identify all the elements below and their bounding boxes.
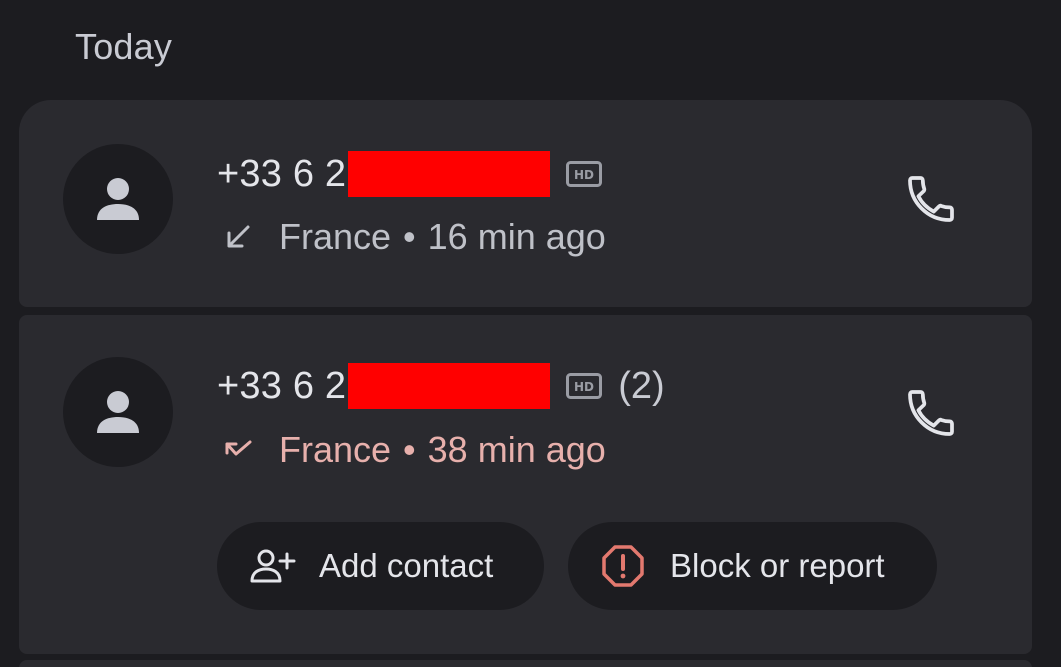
call-back-button[interactable]: [899, 381, 963, 445]
call-log-entry[interactable]: [19, 660, 1032, 667]
call-country: France: [279, 429, 392, 470]
redaction-box: [348, 151, 551, 197]
call-details: France • 38 min ago: [223, 427, 606, 473]
phone-number: +33 6 2: [217, 364, 347, 407]
phone-number: +33 6 2: [217, 152, 347, 195]
section-title-today: Today: [75, 26, 173, 67]
person-icon: [97, 178, 139, 220]
call-time: 38 min ago: [427, 429, 606, 470]
separator-dot: •: [403, 216, 416, 257]
add-person-icon: [249, 546, 297, 586]
svg-text:HD: HD: [574, 168, 594, 182]
separator-dot: •: [403, 429, 416, 470]
call-details: France • 16 min ago: [223, 214, 606, 260]
add-contact-button[interactable]: Add contact: [217, 522, 544, 610]
redaction-box: [348, 363, 551, 409]
hd-voice-icon: HD: [566, 373, 603, 399]
hd-voice-icon: HD: [566, 161, 603, 187]
call-count: (2): [618, 364, 665, 407]
call-country: France: [279, 216, 392, 257]
call-log-page: Today +33 6 2 HD France • 16 min ago +33…: [0, 0, 1061, 667]
call-log-entry-expanded[interactable]: +33 6 2 HD (2) France • 38 min ago Add c…: [19, 315, 1032, 654]
phone-number-row: +33 6 2 HD: [217, 149, 603, 199]
call-log-entry[interactable]: +33 6 2 HD France • 16 min ago: [19, 100, 1032, 307]
block-or-report-button[interactable]: Block or report: [568, 522, 937, 610]
svg-text:HD: HD: [574, 380, 594, 394]
avatar[interactable]: [63, 357, 173, 467]
block-or-report-label: Block or report: [670, 547, 885, 584]
call-back-button[interactable]: [899, 167, 963, 231]
phone-icon: [908, 176, 954, 222]
missed-call-arrow-icon: [223, 435, 253, 465]
phone-icon: [908, 390, 954, 436]
add-contact-label: Add contact: [319, 547, 494, 584]
call-time: 16 min ago: [427, 216, 606, 257]
person-icon: [97, 391, 139, 433]
incoming-call-arrow-icon: [223, 222, 253, 252]
avatar[interactable]: [63, 144, 173, 254]
phone-number-row: +33 6 2 HD (2): [217, 361, 665, 411]
block-warning-icon: [602, 545, 644, 587]
